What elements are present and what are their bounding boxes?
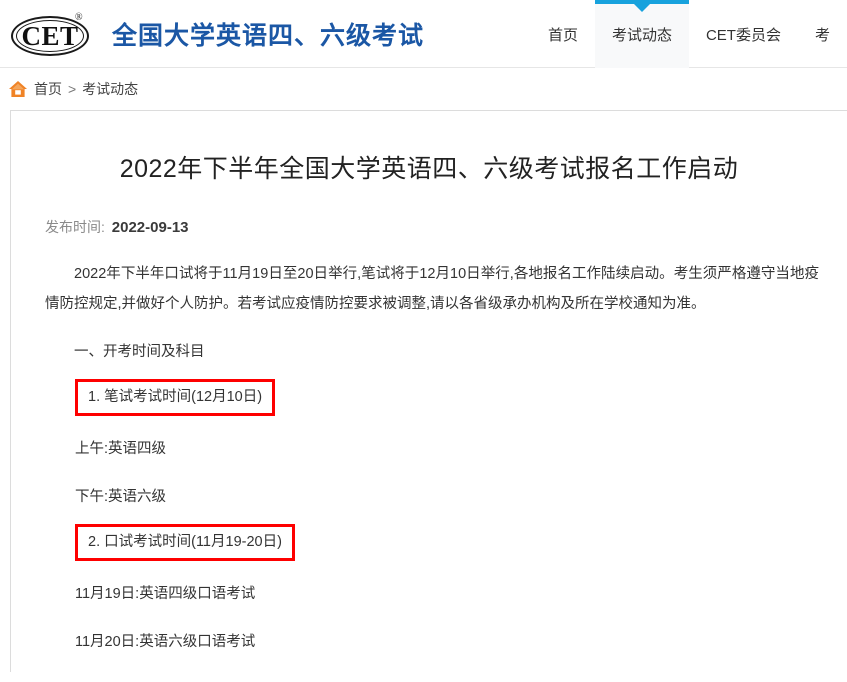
- registered-mark-icon: ®: [75, 11, 83, 23]
- breadcrumb: 首页 > 考试动态: [0, 68, 847, 110]
- nav-item-label: 首页: [547, 26, 578, 44]
- highlighted-item-written-exam: 1. 笔试考试时间(12月10日): [75, 379, 276, 416]
- breadcrumb-separator: >: [68, 81, 77, 97]
- publish-time: 发布时间: 2022-09-13: [33, 217, 825, 237]
- publish-time-label: 发布时间:: [45, 219, 105, 235]
- active-tab-arrow-icon: [633, 4, 650, 12]
- nav-item-cet-committee[interactable]: CET委员会: [689, 0, 798, 68]
- list-item: 11月19日:英语四级口语考试: [75, 586, 256, 602]
- nav-item-exam-news[interactable]: 考试动态: [594, 0, 689, 68]
- logo-text: CET: [21, 20, 79, 51]
- highlight-box-wrapper: 2. 口试考试时间(11月19-20日): [45, 524, 819, 561]
- nav-item-truncated[interactable]: 考: [798, 0, 847, 68]
- article-body: 2022年下半年口试将于11月19日至20日举行,笔试将于12月10日举行,各地…: [33, 259, 825, 657]
- nav-item-label: CET委员会: [705, 26, 781, 44]
- site-header: CET ® 全国大学英语四、六级考试 首页 考试动态 CET委员会 考: [0, 0, 847, 68]
- list-item: 11月20日:英语六级口语考试: [75, 634, 256, 650]
- article-card: 2022年下半年全国大学英语四、六级考试报名工作启动 发布时间: 2022-09…: [10, 110, 847, 672]
- nav-item-label: 考试动态: [611, 26, 672, 44]
- breadcrumb-item-home[interactable]: 首页: [34, 79, 62, 99]
- highlight-box-wrapper: 1. 笔试考试时间(12月10日): [45, 379, 819, 416]
- home-icon: [9, 81, 27, 97]
- section-heading: 一、开考时间及科目: [74, 344, 205, 360]
- cet-oval-logo-icon: CET ®: [8, 8, 98, 60]
- brand-logo-area[interactable]: CET ® 全国大学英语四、六级考试: [8, 8, 424, 60]
- brand-title: 全国大学英语四、六级考试: [112, 21, 425, 50]
- nav-item-home[interactable]: 首页: [531, 0, 595, 68]
- nav-item-label: 考: [814, 26, 830, 44]
- article-paragraph: 2022年下半年口试将于11月19日至20日举行,笔试将于12月10日举行,各地…: [45, 266, 819, 312]
- list-item: 上午:英语四级: [75, 441, 167, 457]
- highlighted-item-oral-exam: 2. 口试考试时间(11月19-20日): [75, 524, 295, 561]
- breadcrumb-item-exam-news[interactable]: 考试动态: [82, 79, 138, 99]
- publish-time-value: 2022-09-13: [111, 219, 189, 236]
- list-item: 下午:英语六级: [75, 489, 167, 505]
- main-navigation: 首页 考试动态 CET委员会 考: [531, 0, 847, 68]
- page-title: 2022年下半年全国大学英语四、六级考试报名工作启动: [119, 155, 739, 183]
